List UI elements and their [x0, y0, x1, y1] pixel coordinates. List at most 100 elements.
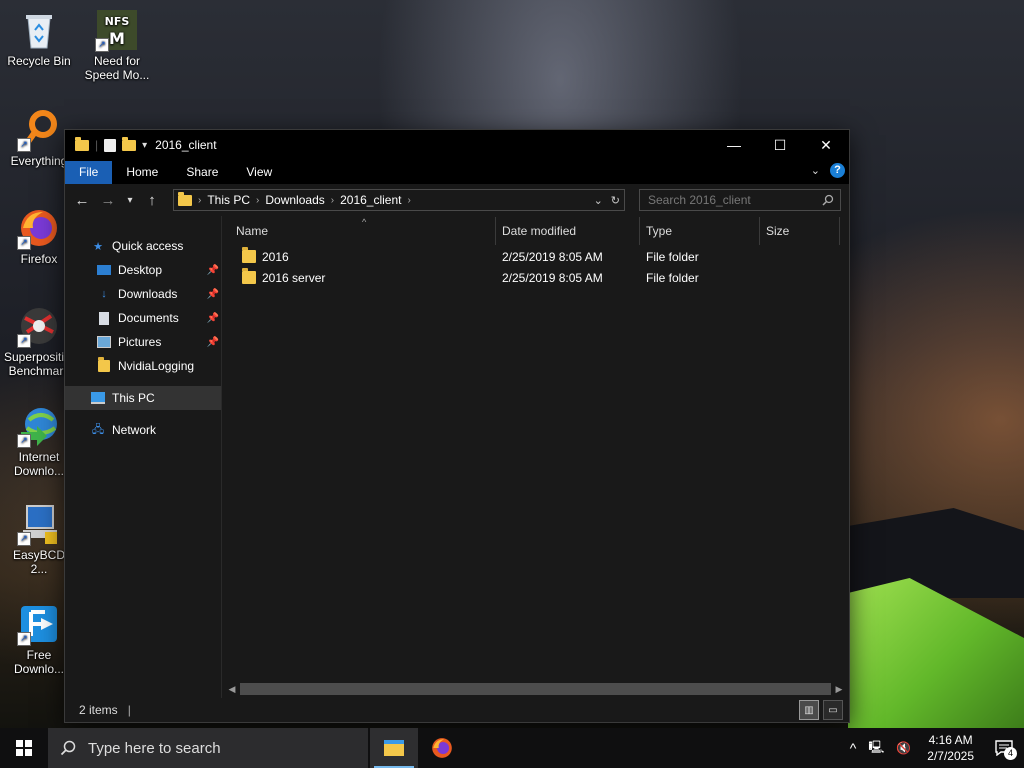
customize-toolbar-icon[interactable]: ▾ — [142, 140, 147, 151]
desktop-icon-need-for-speed[interactable]: NFS M ↗ Need for Speed Mo... — [82, 8, 152, 82]
tab-share[interactable]: Share — [172, 161, 232, 184]
action-center-button[interactable]: 4 — [984, 728, 1024, 768]
nav-quick-access[interactable]: ★ Quick access — [65, 234, 221, 258]
document-icon — [97, 311, 111, 325]
ribbon-tabs: File Home Share View ⌄ ? — [65, 160, 849, 184]
breadcrumb-separator-icon[interactable]: › — [331, 195, 334, 206]
new-folder-icon[interactable] — [122, 136, 137, 151]
superposition-benchmark-icon: ↗ — [17, 304, 61, 348]
start-button[interactable] — [0, 728, 48, 768]
breadcrumb-separator-icon[interactable]: › — [198, 195, 201, 206]
breadcrumb-this-pc[interactable]: This PC — [207, 193, 250, 207]
scrollbar-thumb[interactable] — [240, 683, 831, 695]
breadcrumb-2016-client[interactable]: 2016_client — [340, 193, 401, 207]
notification-count-badge: 4 — [1004, 747, 1017, 760]
desktop-icon — [97, 263, 111, 277]
nav-label: This PC — [112, 391, 155, 405]
navigation-pane: ★ Quick access Desktop 📌 ↓ Downloads 📌 D… — [65, 216, 222, 698]
wallpaper-hill — [848, 508, 1024, 598]
properties-icon[interactable] — [104, 138, 117, 152]
nav-item-desktop[interactable]: Desktop 📌 — [65, 258, 221, 282]
nav-item-downloads[interactable]: ↓ Downloads 📌 — [65, 282, 221, 306]
nav-label: Network — [112, 423, 157, 437]
up-arrow-icon[interactable]: ↑ — [141, 188, 163, 212]
clock[interactable]: 4:16 AM 2/7/2025 — [917, 732, 984, 764]
nav-label: Downloads — [118, 287, 178, 301]
show-hidden-icons-chevron-icon[interactable]: ^ — [844, 740, 863, 756]
horizontal-scrollbar[interactable]: ◀ ▶ — [226, 682, 845, 696]
idm-globe-icon: ↗ — [17, 404, 61, 448]
row-name-cell: 2016 — [222, 247, 496, 264]
column-header-date-modified[interactable]: Date modified — [496, 217, 640, 245]
forward-arrow-icon[interactable]: → — [97, 188, 119, 212]
nav-item-pictures[interactable]: Pictures 📌 — [65, 330, 221, 354]
address-bar[interactable]: › This PC › Downloads › 2016_client › ⌄ … — [173, 189, 625, 211]
recycle-bin-icon — [17, 8, 61, 52]
taskbar-firefox[interactable] — [418, 728, 466, 768]
file-explorer-icon — [384, 740, 404, 756]
title-bar[interactable]: | ▾ 2016_client — ☐ ✕ — [65, 130, 849, 160]
folder-icon — [97, 357, 111, 373]
recent-locations-chevron-icon[interactable]: ▾ — [123, 188, 137, 212]
folder-icon — [242, 247, 256, 263]
back-arrow-icon[interactable]: ← — [71, 188, 93, 212]
tab-file[interactable]: File — [65, 161, 113, 184]
nav-network[interactable]: 🖧 Network — [65, 418, 221, 442]
breadcrumb-separator-icon[interactable]: › — [256, 195, 259, 206]
nav-item-documents[interactable]: Documents 📌 — [65, 306, 221, 330]
window-title: 2016_client — [155, 138, 217, 152]
table-row[interactable]: 2016 2/25/2019 8:05 AM File folder — [222, 246, 849, 267]
address-dropdown-chevron-icon[interactable]: ⌄ — [594, 194, 603, 207]
taskbar-search[interactable]: Type here to search — [48, 728, 368, 768]
volume-muted-icon[interactable]: 🔇 — [890, 741, 917, 755]
breadcrumb-downloads[interactable]: Downloads — [265, 193, 324, 207]
scroll-left-icon[interactable]: ◀ — [226, 684, 238, 695]
search-icon — [822, 194, 834, 206]
expand-ribbon-icon[interactable]: ⌄ — [811, 164, 820, 177]
details-view-icon[interactable]: ▥ — [799, 700, 819, 720]
nav-this-pc[interactable]: This PC — [65, 386, 221, 410]
easybcd-monitor-icon: ↗ — [17, 502, 61, 546]
firefox-icon: ↗ — [17, 206, 61, 250]
large-icons-view-icon[interactable]: ▭ — [823, 700, 843, 720]
folder-icon — [242, 268, 256, 284]
row-date-cell: 2/25/2019 8:05 AM — [502, 270, 603, 285]
close-button[interactable]: ✕ — [803, 130, 849, 160]
desktop-icon-recycle-bin[interactable]: Recycle Bin — [4, 8, 74, 68]
window-controls: — ☐ ✕ — [711, 130, 849, 160]
shortcut-arrow-icon: ↗ — [17, 138, 31, 152]
navigation-bar: ← → ▾ ↑ › This PC › Downloads › 2016_cli… — [65, 184, 849, 216]
search-input[interactable] — [646, 192, 822, 208]
maximize-button[interactable]: ☐ — [757, 130, 803, 160]
column-headers: ^ Name Date modified Type Size — [222, 216, 849, 246]
help-icon[interactable]: ? — [830, 163, 845, 178]
nav-item-nvidialogging[interactable]: NvidiaLogging — [65, 354, 221, 378]
folder-icon — [75, 136, 89, 151]
search-box[interactable] — [639, 189, 841, 211]
column-header-type[interactable]: Type — [640, 217, 760, 245]
refresh-icon[interactable]: ↻ — [611, 194, 620, 207]
system-tray: ^ 🖳 🔇 4:16 AM 2/7/2025 4 — [844, 728, 1024, 768]
column-header-name[interactable]: ^ Name — [222, 217, 496, 245]
tab-home[interactable]: Home — [112, 161, 172, 184]
fdm-arrow-icon: ↗ — [17, 602, 61, 646]
taskbar-search-placeholder: Type here to search — [88, 739, 221, 757]
status-bar: 2 items | ▥ ▭ — [65, 698, 849, 722]
network-status-icon[interactable]: 🖳 — [862, 738, 890, 759]
minimize-button[interactable]: — — [711, 130, 757, 160]
pin-icon[interactable]: 📌 — [207, 337, 219, 348]
column-header-size[interactable]: Size — [760, 217, 840, 245]
table-row[interactable]: 2016 server 2/25/2019 8:05 AM File folder — [222, 267, 849, 288]
breadcrumb-separator-icon[interactable]: › — [407, 195, 410, 206]
scroll-right-icon[interactable]: ▶ — [833, 684, 845, 695]
taskbar-file-explorer[interactable] — [370, 728, 418, 768]
network-icon: 🖧 — [91, 423, 105, 436]
shortcut-arrow-icon: ↗ — [17, 632, 31, 646]
svg-text:NFS: NFS — [105, 15, 130, 28]
folder-icon — [178, 191, 192, 206]
tab-view[interactable]: View — [232, 161, 286, 184]
pin-icon[interactable]: 📌 — [207, 265, 219, 276]
taskbar: Type here to search ^ 🖳 🔇 4:16 AM 2/7/20… — [0, 728, 1024, 768]
pin-icon[interactable]: 📌 — [207, 313, 219, 324]
pin-icon[interactable]: 📌 — [207, 289, 219, 300]
